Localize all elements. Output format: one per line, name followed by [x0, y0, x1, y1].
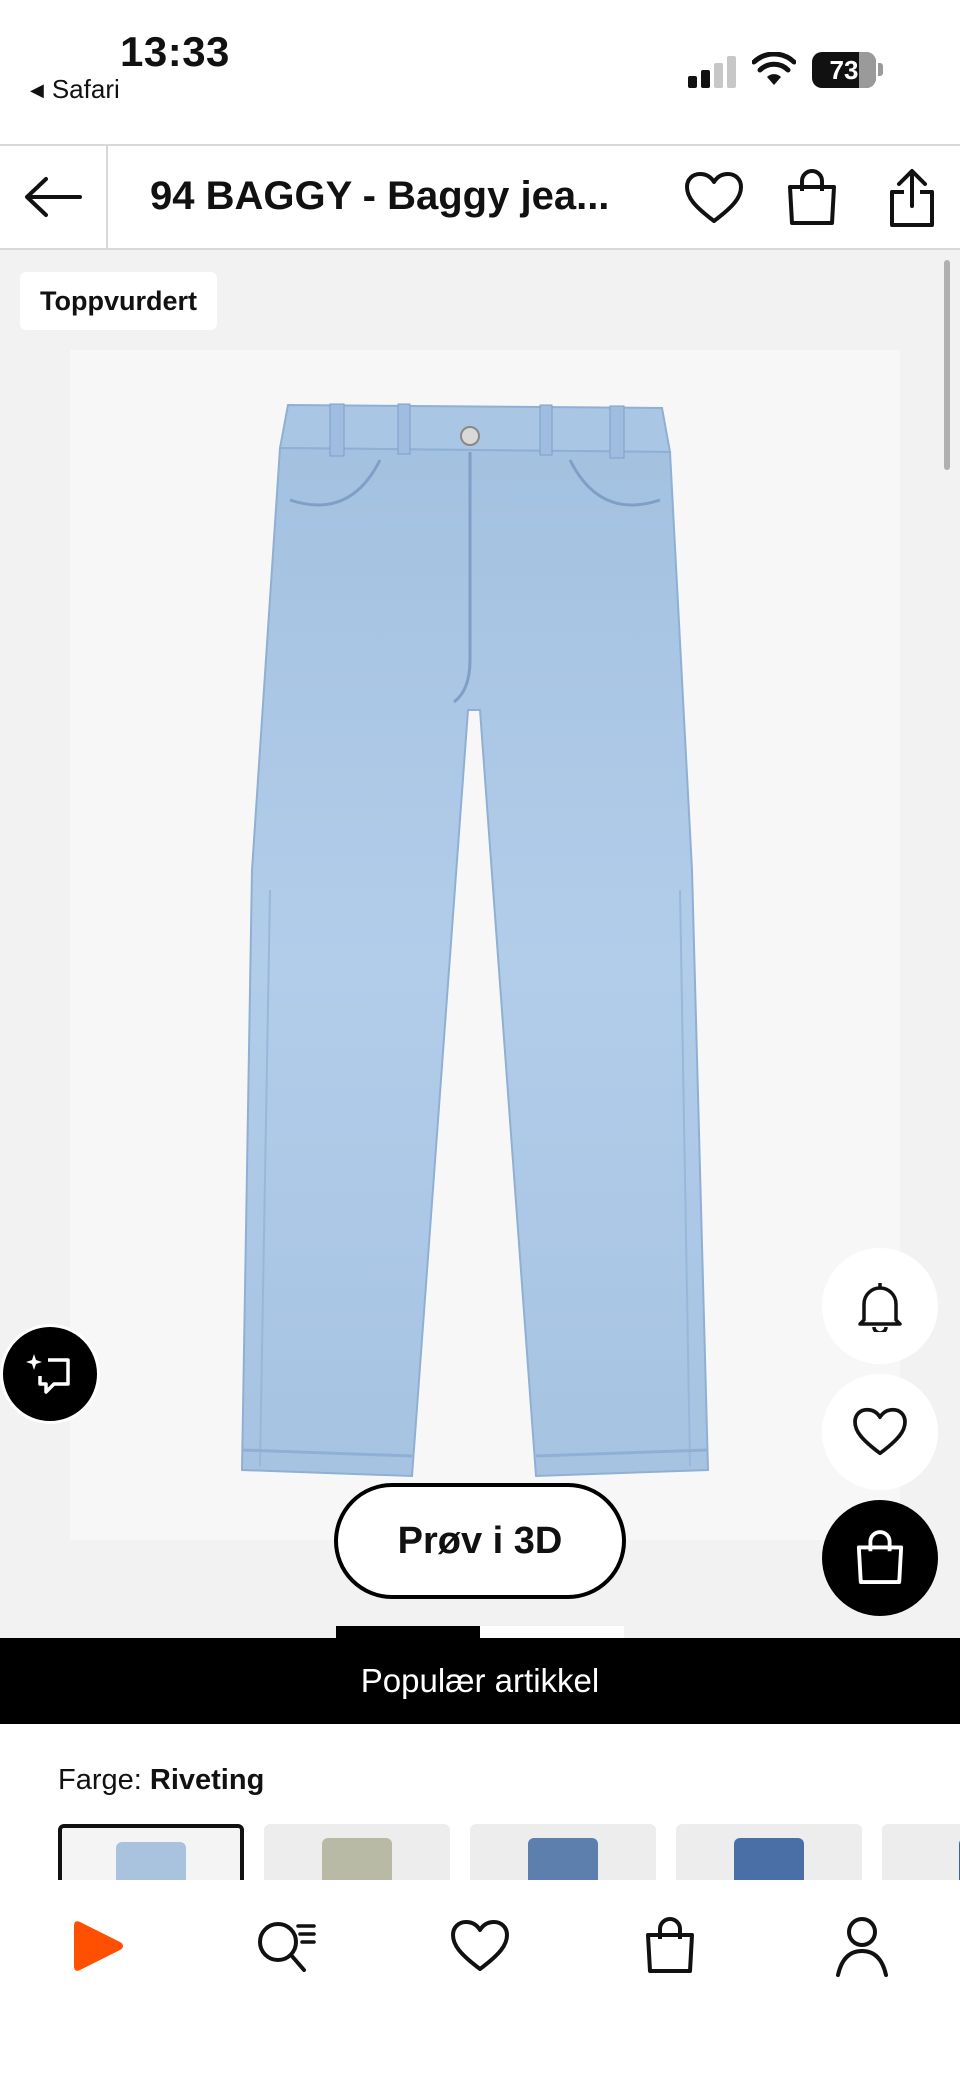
back-app-label: Safari — [51, 74, 120, 104]
color-selector: Farge: Riveting — [0, 1724, 960, 1880]
heart-icon — [451, 1920, 509, 1971]
pager-segment — [480, 1626, 624, 1638]
pager-segment-active — [336, 1626, 480, 1638]
profile-icon — [836, 1917, 888, 1977]
product-image-gallery[interactable]: Toppvurdert Prøv i 3D — [0, 250, 960, 1638]
heart-icon — [853, 1407, 907, 1456]
nav-bag[interactable] — [630, 1906, 710, 1986]
color-label: Farge: Riveting — [58, 1764, 264, 1797]
color-swatch[interactable] — [470, 1824, 656, 1880]
color-value: Riveting — [149, 1764, 265, 1796]
bell-icon — [858, 1283, 902, 1332]
status-bar: 13:33 ◀ Safari 73 — [0, 0, 960, 144]
scroll-indicator — [944, 260, 950, 470]
battery-tip — [878, 63, 883, 76]
cellular-signal-icon — [688, 56, 736, 88]
search-icon — [258, 1922, 316, 1972]
share-icon — [890, 169, 934, 227]
product-image-jeans — [240, 403, 710, 1478]
share-button[interactable] — [880, 168, 944, 228]
color-label-prefix: Farge: — [58, 1764, 142, 1796]
wishlist-button[interactable] — [682, 168, 746, 228]
notify-button[interactable] — [822, 1248, 938, 1364]
gallery-pager — [336, 1626, 624, 1638]
swatch-thumbnail — [528, 1838, 598, 1880]
swatch-thumbnail — [116, 1842, 186, 1880]
shopping-bag-icon — [856, 1530, 904, 1584]
shopping-bag-icon — [646, 1917, 694, 1973]
color-swatch-riveting[interactable] — [58, 1824, 244, 1880]
product-header: 94 BAGGY - Baggy jea... — [0, 144, 960, 250]
favorite-button[interactable] — [822, 1374, 938, 1490]
nav-search[interactable] — [246, 1906, 326, 1986]
sparkle-chat-icon — [26, 1354, 70, 1394]
try-3d-button[interactable]: Prøv i 3D — [334, 1483, 626, 1599]
back-triangle-icon: ◀ — [30, 80, 44, 100]
popular-item-banner: Populær artikkel — [0, 1638, 960, 1724]
nav-profile[interactable] — [822, 1906, 902, 1986]
home-logo-icon — [74, 1921, 123, 1971]
bottom-navigation — [0, 1880, 960, 2081]
swatch-thumbnail — [734, 1838, 804, 1880]
cart-button[interactable] — [780, 168, 844, 228]
page-title: 94 BAGGY - Baggy jea... — [150, 174, 610, 218]
popular-item-text: Populær artikkel — [360, 1662, 600, 1699]
color-swatch[interactable] — [676, 1824, 862, 1880]
shopping-bag-icon — [788, 169, 836, 225]
ai-assistant-button[interactable] — [0, 1324, 100, 1424]
battery-level: 73 — [829, 55, 859, 85]
add-to-bag-button[interactable] — [822, 1500, 938, 1616]
battery-icon: 73 — [812, 52, 876, 88]
color-swatch[interactable] — [882, 1824, 960, 1880]
back-button[interactable] — [0, 146, 108, 248]
wifi-icon — [752, 52, 796, 85]
nav-home[interactable] — [58, 1906, 138, 1986]
back-to-app-link[interactable]: ◀ Safari — [30, 74, 120, 105]
swatch-thumbnail — [322, 1838, 392, 1880]
arrow-left-icon — [25, 177, 82, 217]
status-time: 13:33 — [120, 28, 230, 75]
color-swatch[interactable] — [264, 1824, 450, 1880]
top-rated-badge: Toppvurdert — [20, 272, 217, 330]
nav-wishlist[interactable] — [440, 1906, 520, 1986]
heart-icon — [685, 172, 743, 223]
